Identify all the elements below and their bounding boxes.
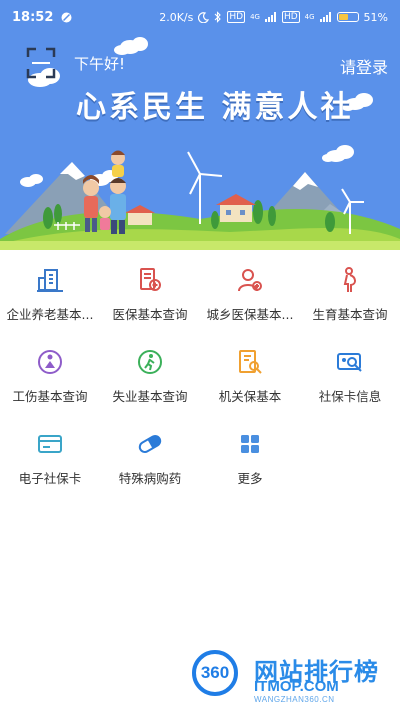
service-unemployment[interactable]: 失业基本查询: [100, 344, 200, 414]
network-speed: 2.0K/s: [159, 10, 194, 24]
injury-icon: [38, 350, 62, 374]
status-bar: 18:52 2.0K/s HD 4G HD 4G 51%: [0, 0, 400, 34]
service-more[interactable]: 更多: [200, 426, 300, 496]
watermark-logo: 360: [192, 650, 238, 696]
battery-icon: [336, 12, 359, 22]
signal-type-1: 4G: [250, 12, 260, 21]
login-link[interactable]: 请登录: [340, 54, 388, 78]
grid-icon: [241, 435, 259, 453]
greeting-text: 下午好!: [74, 55, 126, 73]
service-special-medicine[interactable]: 特殊病购药: [100, 426, 200, 496]
medical-record-icon: [140, 268, 161, 291]
signal-icon: [319, 12, 331, 22]
header-banner: 下午好! 请登录 心系民生 满意人社: [0, 34, 400, 250]
service-label: 生育基本查询: [312, 307, 388, 322]
service-label: 工伤基本查询: [12, 389, 88, 404]
service-electronic-card[interactable]: 电子社保卡: [0, 426, 100, 496]
service-maternity[interactable]: 生育基本查询: [300, 262, 400, 332]
battery-level: 51%: [363, 10, 388, 24]
pregnancy-icon: [343, 267, 356, 292]
watermark-url: WANGZHAN360.CN: [254, 695, 335, 704]
card-search-icon: [337, 353, 362, 372]
do-not-disturb-icon: [61, 12, 72, 22]
service-label: 医保基本查询: [112, 307, 188, 322]
service-label: 电子社保卡: [18, 471, 82, 486]
pill-icon: [138, 435, 162, 453]
service-label: 社保卡信息: [318, 389, 382, 404]
scan-icon[interactable]: [26, 47, 56, 79]
sim1-hd-badge: HD: [227, 11, 246, 23]
service-label: 特殊病购药: [118, 471, 182, 486]
bluetooth-icon: [214, 11, 222, 23]
signal-icon: [264, 12, 276, 22]
moon-icon: [198, 11, 210, 23]
slogan-text: 心系民生 满意人社: [76, 90, 354, 125]
card-icon: [38, 435, 62, 453]
signal-type-2: 4G: [304, 12, 315, 21]
service-label: 企业养老基本...: [6, 307, 94, 322]
service-label: 机关保基本: [218, 389, 282, 404]
building-icon: [37, 269, 63, 292]
service-enterprise-pension[interactable]: 企业养老基本...: [0, 262, 100, 332]
service-label: 城乡医保基本...: [206, 307, 294, 322]
walking-person-icon: [138, 350, 162, 374]
service-label: 失业基本查询: [112, 389, 188, 404]
watermark-logo-text: 360: [200, 663, 230, 682]
service-social-card-info[interactable]: 社保卡信息: [300, 344, 400, 414]
service-label: 更多: [237, 471, 263, 486]
document-search-icon: [239, 350, 262, 374]
service-medical-insurance[interactable]: 医保基本查询: [100, 262, 200, 332]
sim2-hd-badge: HD: [281, 11, 300, 23]
watermark: 360 网站排行榜 ITMOP.COM WANGZHAN360.CN: [186, 646, 396, 706]
service-urban-rural-medical[interactable]: 城乡医保基本...: [200, 262, 300, 332]
person-medical-icon: [238, 269, 262, 292]
status-time: 18:52: [12, 9, 54, 25]
service-work-injury[interactable]: 工伤基本查询: [0, 344, 100, 414]
watermark-sub: ITMOP.COM: [254, 678, 339, 695]
service-government-insurance[interactable]: 机关保基本: [200, 344, 300, 414]
